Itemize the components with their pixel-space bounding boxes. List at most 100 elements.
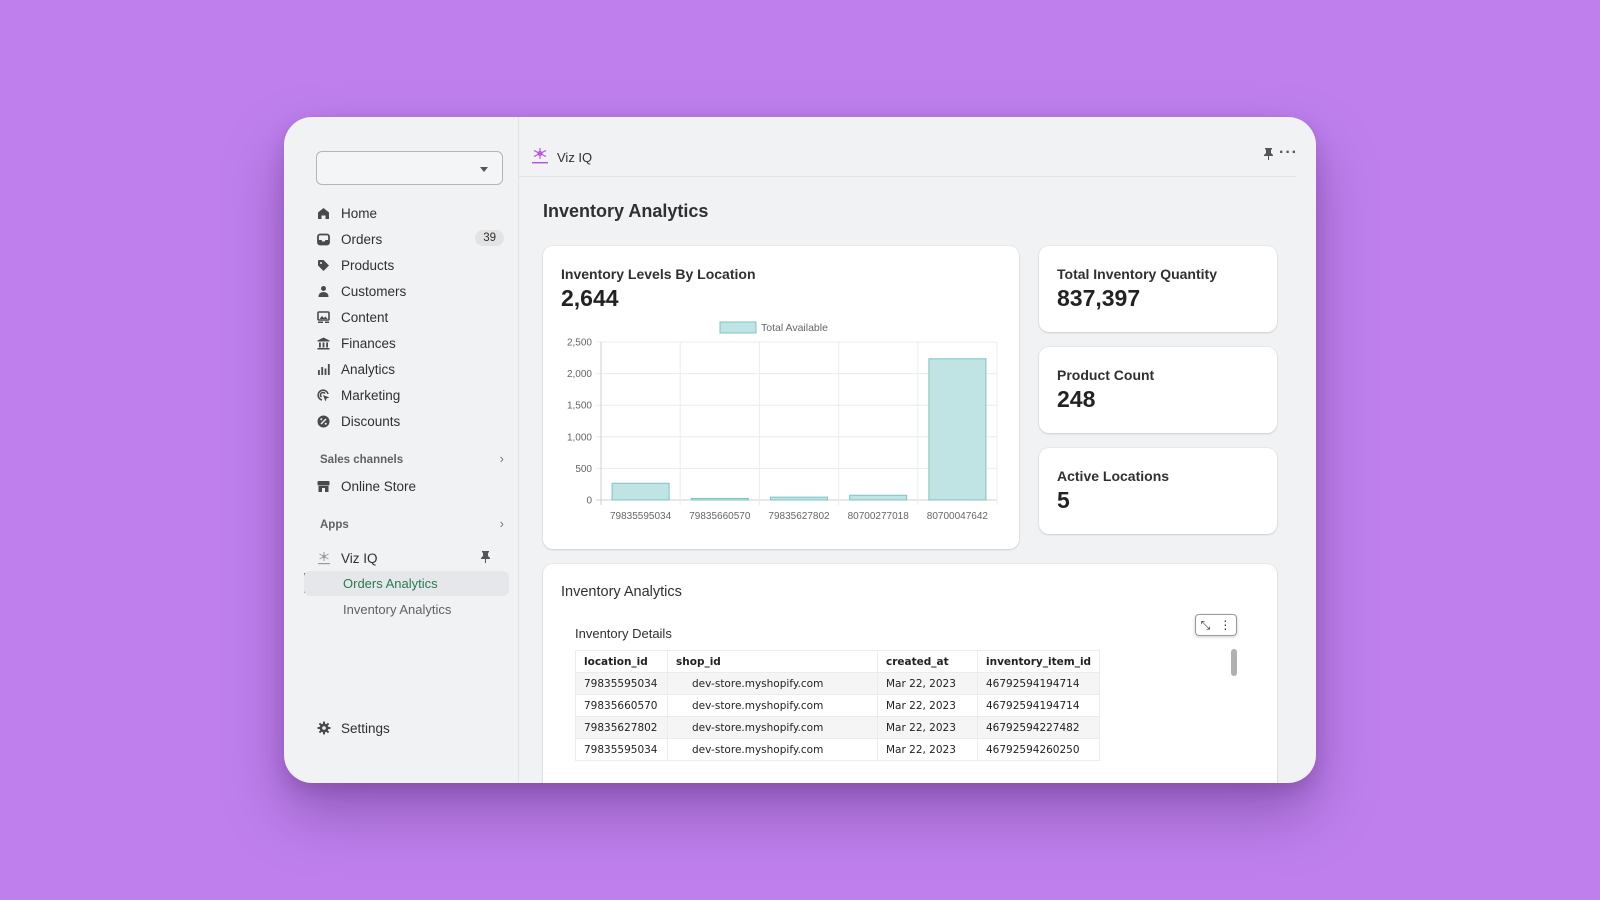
kpi-value: 837,397 — [1057, 285, 1141, 311]
bar-79835627802 — [769, 496, 829, 501]
nav-item-orders[interactable]: Orders 39 — [316, 226, 506, 252]
percent-icon — [316, 414, 331, 429]
column-header[interactable]: inventory_item_id — [976, 650, 1101, 673]
caret-down-icon — [480, 167, 488, 172]
y-tick-label: 500 — [575, 464, 592, 475]
y-tick-label: 1,500 — [567, 401, 592, 412]
person-icon — [316, 284, 331, 299]
x-tick-label: 79835627802 — [768, 511, 830, 522]
column-header[interactable]: shop_id — [667, 650, 878, 673]
legend-label: Total Available — [761, 322, 828, 334]
main-content: Viz IQ ··· Inventory Analytics Inventory… — [518, 117, 1316, 783]
legend-swatch — [719, 321, 757, 334]
bar-79835595034 — [611, 482, 670, 501]
y-tick-label: 0 — [586, 496, 592, 507]
collapse-icon[interactable]: ⤡ — [1201, 618, 1211, 633]
nav-label: Discounts — [341, 413, 401, 429]
nav-label: Orders Analytics — [343, 576, 438, 591]
nav-item-finances[interactable]: Finances — [316, 330, 506, 356]
cell-shop-id: dev-store.myshopify.com — [667, 672, 878, 695]
nav-subitem-inventory-analytics[interactable]: Inventory Analytics — [304, 597, 509, 622]
app-topbar: Viz IQ ··· — [519, 117, 1298, 177]
viz-iq-logo-icon — [531, 147, 549, 165]
bar-80700047642 — [928, 358, 987, 501]
x-tick-label: 79835595034 — [610, 511, 672, 522]
sales-channels-heading: Sales channels — [320, 454, 404, 466]
nav-item-home[interactable]: Home — [316, 200, 506, 226]
table-toolbar: ⤡ ⋮ — [1195, 614, 1237, 636]
nav-item-discounts[interactable]: Discounts — [316, 408, 506, 434]
table-row: 79835595034 dev-store.myshopify.com Mar … — [575, 672, 1101, 695]
kpi-card-product-count: Product Count 248 — [1039, 347, 1277, 433]
pin-icon[interactable] — [480, 550, 491, 566]
more-options-icon[interactable]: ··· — [1279, 144, 1298, 162]
nav-item-viz-iq[interactable]: Viz IQ — [316, 545, 491, 571]
bank-icon — [316, 336, 331, 351]
cell-inventory-item-id: 46792594194714 — [976, 694, 1101, 717]
page-title: Inventory Analytics — [543, 201, 709, 221]
cell-inventory-item-id: 46792594194714 — [976, 672, 1101, 695]
nav-item-content[interactable]: Content — [316, 304, 506, 330]
viz-iq-logo-icon — [316, 551, 331, 566]
apps-heading: Apps — [320, 519, 349, 531]
table-row: 79835595034 dev-store.myshopify.com Mar … — [575, 738, 1101, 761]
y-tick-label: 2,000 — [567, 369, 592, 380]
nav-subitem-orders-analytics[interactable]: Orders Analytics — [304, 571, 509, 596]
column-header[interactable]: created_at — [877, 650, 978, 673]
inventory-table: location_id shop_id created_at inventory… — [575, 650, 1101, 761]
app-window: Home Orders 39 Products Customers Conten… — [284, 117, 1316, 783]
cell-inventory-item-id: 46792594260250 — [976, 738, 1101, 761]
cell-created-at: Mar 22, 2023 — [877, 738, 978, 761]
home-icon — [316, 206, 331, 221]
store-icon — [316, 479, 331, 494]
app-name: Viz IQ — [557, 150, 593, 165]
kpi-card-total-inventory: Total Inventory Quantity 837,397 — [1039, 246, 1277, 332]
y-tick-label: 2,500 — [567, 338, 592, 349]
x-tick-label: 80700277018 — [848, 511, 910, 522]
nav-label: Content — [341, 309, 389, 325]
cell-location-id: 79835627802 — [575, 716, 668, 739]
main-nav: Home Orders 39 Products Customers Conten… — [316, 200, 506, 434]
nav-item-marketing[interactable]: Marketing — [316, 382, 506, 408]
inventory-bar-chart: Total Available 0 500 1,000 1,500 2,000 2,500 7… — [567, 321, 998, 522]
nav-label: Inventory Analytics — [343, 602, 452, 617]
kpi-title: Active Locations — [1057, 468, 1170, 484]
sales-channels-chevron-icon[interactable]: › — [500, 451, 504, 466]
chart-card-title: Inventory Levels By Location — [561, 266, 756, 282]
inventory-levels-card: Inventory Levels By Location 2,644 Total… — [543, 246, 1019, 549]
table-subtitle: Inventory Details — [575, 626, 672, 641]
cell-shop-id: dev-store.myshopify.com — [667, 716, 878, 739]
x-tick-label: 79835660570 — [689, 511, 751, 522]
column-header[interactable]: location_id — [575, 650, 668, 673]
nav-label: Customers — [341, 283, 407, 299]
table-card-title: Inventory Analytics — [561, 584, 682, 600]
nav-item-customers[interactable]: Customers — [316, 278, 506, 304]
cell-created-at: Mar 22, 2023 — [877, 716, 978, 739]
cell-created-at: Mar 22, 2023 — [877, 672, 978, 695]
nav-item-products[interactable]: Products — [316, 252, 506, 278]
pin-icon[interactable] — [1263, 147, 1274, 163]
nav-item-online-store[interactable]: Online Store — [316, 473, 416, 499]
sidebar: Home Orders 39 Products Customers Conten… — [284, 117, 518, 783]
nav-label: Home — [341, 205, 378, 221]
table-row: 79835660570 dev-store.myshopify.com Mar … — [575, 694, 1101, 717]
cell-shop-id: dev-store.myshopify.com — [667, 694, 878, 717]
bar-80700277018 — [849, 494, 908, 501]
bar-chart-icon — [316, 362, 331, 377]
store-selector[interactable] — [316, 151, 503, 185]
apps-chevron-icon[interactable]: › — [500, 516, 504, 531]
nav-label: Orders — [341, 231, 383, 247]
tag-icon — [316, 258, 331, 273]
nav-item-analytics[interactable]: Analytics — [316, 356, 506, 382]
image-icon — [316, 310, 331, 325]
chart-card-value: 2,644 — [561, 285, 619, 311]
kpi-title: Total Inventory Quantity — [1057, 266, 1217, 282]
scrollbar-thumb[interactable] — [1231, 649, 1237, 676]
nav-item-settings[interactable]: Settings — [316, 715, 390, 741]
nav-label: Analytics — [341, 361, 396, 377]
kpi-card-active-locations: Active Locations 5 — [1039, 448, 1277, 534]
cell-location-id: 79835595034 — [575, 672, 668, 695]
cell-location-id: 79835595034 — [575, 738, 668, 761]
more-vertical-icon[interactable]: ⋮ — [1219, 618, 1231, 632]
nav-label: Products — [341, 257, 395, 273]
